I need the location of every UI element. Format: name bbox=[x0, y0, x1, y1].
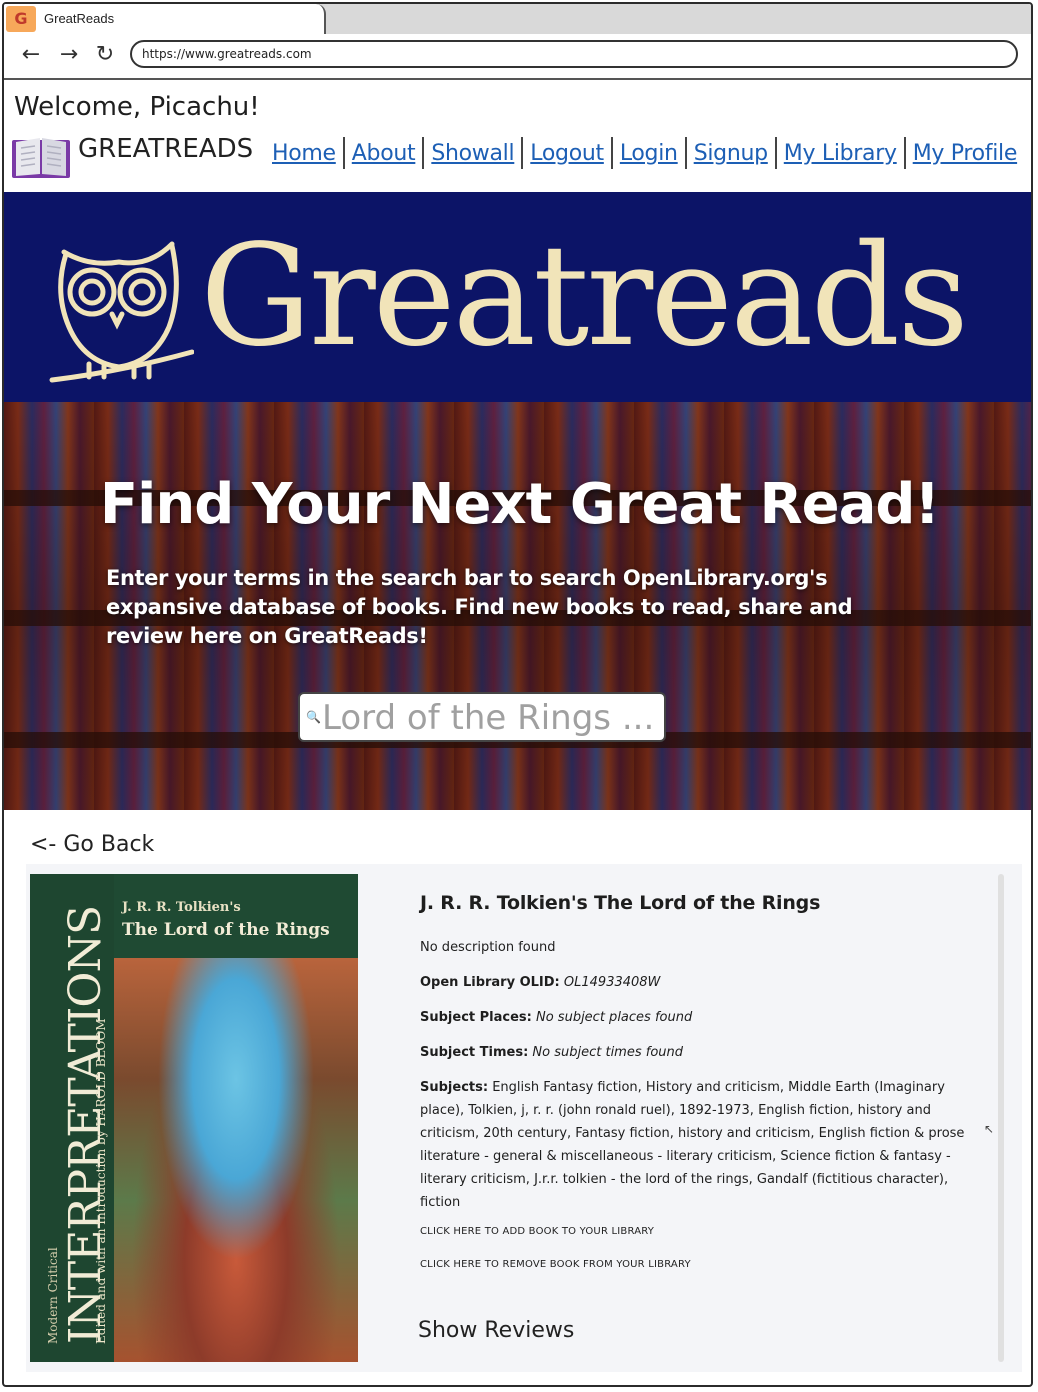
nav-divider bbox=[342, 137, 345, 169]
nav-divider bbox=[774, 137, 777, 169]
nav-link-showall[interactable]: Showall bbox=[425, 141, 520, 166]
olid-row: Open Library OLID: OL14933408W bbox=[420, 971, 980, 994]
cover-kicker: J. R. R. Tolkien's bbox=[122, 900, 241, 915]
nav-link-about[interactable]: About bbox=[346, 141, 422, 166]
nav-divider bbox=[422, 137, 425, 169]
cover-artwork bbox=[114, 958, 358, 1362]
browser-window: G GreatReads ← → ↻ Welcome, Picachu! GRE… bbox=[2, 2, 1033, 1387]
owl-logo-icon bbox=[49, 241, 194, 383]
forward-arrow-icon[interactable]: → bbox=[56, 42, 82, 68]
book-details-panel: J. R. R. Tolkien's The Lord of the Rings… bbox=[26, 864, 1022, 1372]
subjects-value: English Fantasy fiction, History and cri… bbox=[420, 1080, 965, 1210]
hero-title: Find Your Next Great Read! bbox=[99, 472, 940, 537]
mouse-cursor-icon: ↖ bbox=[984, 1122, 995, 1136]
nav-divider bbox=[521, 137, 524, 169]
reload-icon[interactable]: ↻ bbox=[92, 42, 118, 68]
nav-divider bbox=[684, 137, 687, 169]
subjects-label: Subjects: bbox=[420, 1080, 489, 1095]
remove-from-library-link[interactable]: Click here to remove book from your libr… bbox=[420, 1259, 980, 1270]
nav-link-logout[interactable]: Logout bbox=[524, 141, 610, 166]
nav-divider bbox=[610, 137, 613, 169]
book-cover-image: J. R. R. Tolkien's The Lord of the Rings… bbox=[30, 874, 358, 1362]
subject-places-row: Subject Places: No subject places found bbox=[420, 1006, 980, 1029]
olid-value: OL14933408W bbox=[563, 975, 661, 990]
go-back-link[interactable]: <- Go Back bbox=[30, 832, 154, 857]
hero-section: Find Your Next Great Read! Enter your te… bbox=[4, 402, 1031, 810]
search-icon: 🔍 bbox=[306, 710, 321, 724]
cover-editor: Edited and with an Introduction by HAROL… bbox=[94, 1018, 108, 1345]
olid-label: Open Library OLID: bbox=[420, 975, 560, 990]
hero-subtitle: Enter your terms in the search bar to se… bbox=[106, 566, 853, 648]
banner-title: Greatreads bbox=[200, 215, 969, 378]
nav-link-my-library[interactable]: My Library bbox=[778, 141, 903, 166]
tab-title: GreatReads bbox=[44, 11, 115, 26]
browser-tab[interactable]: G GreatReads bbox=[4, 4, 326, 34]
welcome-message: Welcome, Picachu! bbox=[14, 92, 260, 122]
subject-times-row: Subject Times: No subject times found bbox=[420, 1041, 980, 1064]
nav-link-home[interactable]: Home bbox=[266, 141, 342, 166]
nav-link-login[interactable]: Login bbox=[614, 141, 684, 166]
brand-name: GREATREADS bbox=[78, 134, 254, 164]
subject-times-value: No subject times found bbox=[532, 1045, 684, 1060]
scrollbar[interactable] bbox=[998, 874, 1004, 1362]
tab-bar: G GreatReads bbox=[4, 4, 1031, 35]
show-reviews-button[interactable]: Show Reviews bbox=[418, 1318, 574, 1343]
add-to-library-link[interactable]: Click here to add book to your library bbox=[420, 1226, 980, 1237]
nav-divider bbox=[903, 137, 906, 169]
subject-places-value: No subject places found bbox=[536, 1010, 693, 1025]
browser-toolbar: ← → ↻ bbox=[4, 34, 1031, 80]
search-box[interactable]: 🔍 bbox=[298, 692, 666, 742]
cover-series: Modern Critical bbox=[46, 1247, 60, 1344]
search-input[interactable] bbox=[320, 696, 664, 740]
cover-title: The Lord of the Rings bbox=[122, 920, 330, 940]
back-arrow-icon[interactable]: ← bbox=[18, 42, 44, 68]
nav-link-my-profile[interactable]: My Profile bbox=[907, 141, 1023, 166]
book-logo-icon bbox=[12, 138, 70, 178]
cover-header bbox=[114, 874, 358, 958]
favicon-icon: G bbox=[6, 6, 36, 32]
subject-times-label: Subject Times: bbox=[420, 1045, 529, 1060]
book-title: J. R. R. Tolkien's The Lord of the Rings bbox=[420, 892, 821, 914]
nav-link-signup[interactable]: Signup bbox=[688, 141, 774, 166]
subject-places-label: Subject Places: bbox=[420, 1010, 532, 1025]
address-bar[interactable] bbox=[130, 40, 1018, 68]
book-description: No description found bbox=[420, 940, 556, 955]
book-info: J. R. R. Tolkien's The Lord of the Rings… bbox=[420, 884, 980, 1292]
subjects-row: Subjects: English Fantasy fiction, Histo… bbox=[420, 1076, 980, 1214]
greatreads-banner: Greatreads bbox=[4, 192, 1031, 402]
main-nav: Home About Showall Logout Login Signup M… bbox=[266, 136, 1023, 170]
